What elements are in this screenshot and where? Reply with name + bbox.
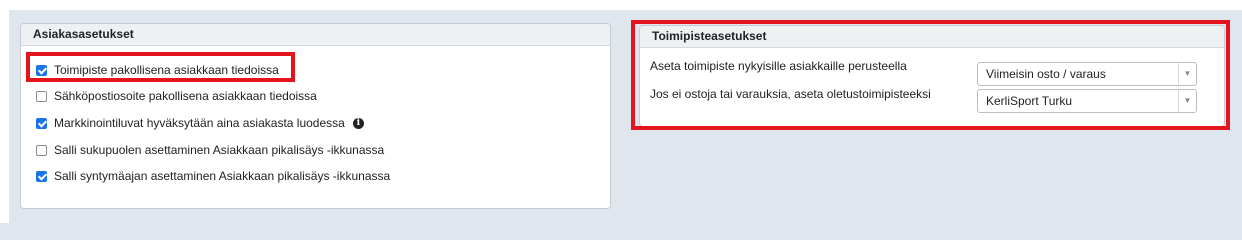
option-label: Markkinointiluvat hyväksytään aina asiak… [54, 116, 345, 130]
default-location-label: Jos ei ostoja tai varauksia, aseta oletu… [650, 87, 931, 101]
checkbox-email-required[interactable] [36, 90, 47, 102]
location-settings-title: Toimipisteasetukset [640, 26, 1224, 48]
set-location-label: Aseta toimipiste nykyisille asiakkaille … [650, 59, 907, 73]
checkbox-location-required[interactable] [36, 64, 47, 76]
customer-settings-panel: Asiakasasetukset Toimipiste pakollisena … [20, 23, 611, 209]
option-label: Sähköpostiosoite pakollisena asiakkaan t… [54, 89, 317, 103]
option-label: Salli syntymäajan asettaminen Asiakkaan … [54, 169, 391, 183]
info-icon[interactable]: i [352, 117, 364, 129]
select-value: KerliSport Turku [986, 94, 1073, 108]
checkbox-marketing-consent[interactable] [36, 117, 47, 129]
default-location-select[interactable]: KerliSport Turku ▼ [977, 89, 1197, 113]
location-settings-panel: Toimipisteasetukset Aseta toimipiste nyk… [639, 25, 1225, 127]
option-label: Toimipiste pakollisena asiakkaan tiedois… [54, 63, 279, 77]
option-label: Salli sukupuolen asettaminen Asiakkaan p… [54, 143, 385, 157]
option-marketing-consent[interactable]: Markkinointiluvat hyväksytään aina asiak… [36, 115, 364, 131]
customer-settings-title: Asiakasasetukset [21, 24, 610, 46]
top-strip [0, 0, 1242, 10]
left-edge [0, 10, 9, 223]
checkbox-allow-birthdate[interactable] [36, 170, 47, 182]
option-allow-birthdate[interactable]: Salli syntymäajan asettaminen Asiakkaan … [36, 168, 390, 184]
chevron-down-icon[interactable]: ▼ [1178, 63, 1196, 85]
set-location-select[interactable]: Viimeisin osto / varaus ▼ [977, 62, 1197, 86]
checkbox-allow-gender[interactable] [36, 144, 47, 156]
option-location-required[interactable]: Toimipiste pakollisena asiakkaan tiedois… [36, 62, 279, 78]
chevron-down-icon[interactable]: ▼ [1178, 90, 1196, 112]
option-email-required[interactable]: Sähköpostiosoite pakollisena asiakkaan t… [36, 88, 317, 104]
option-allow-gender[interactable]: Salli sukupuolen asettaminen Asiakkaan p… [36, 142, 384, 158]
select-value: Viimeisin osto / varaus [986, 67, 1106, 81]
